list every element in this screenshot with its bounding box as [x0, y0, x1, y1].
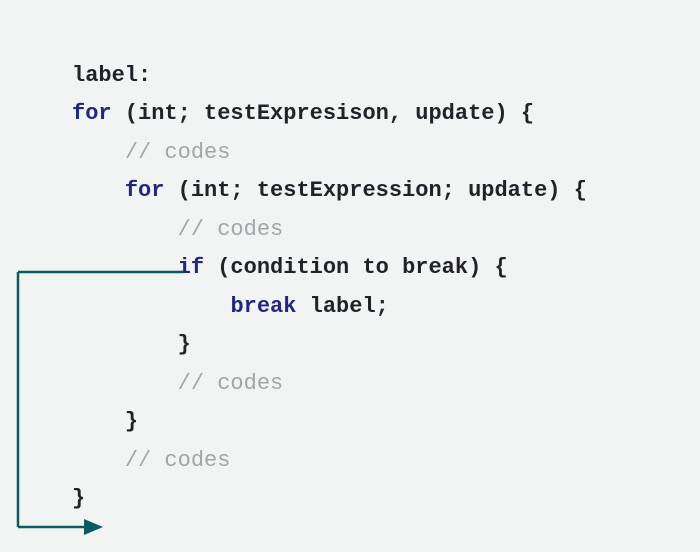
keyword-if: if — [178, 255, 204, 280]
keyword-for-outer: for — [72, 101, 112, 126]
for-outer-header: (int; testExpresison, update) { — [112, 101, 534, 126]
keyword-break: break — [230, 294, 296, 319]
label-statement: label: — [72, 63, 151, 88]
for-inner-header: (int; testExpression; update) { — [164, 178, 586, 203]
close-brace-inner-for: } — [125, 409, 138, 434]
close-brace-outer-for: } — [72, 486, 85, 511]
comment-codes-4: // codes — [125, 448, 231, 473]
close-brace-if: } — [178, 332, 191, 357]
code-block: label: for (int; testExpresison, update)… — [0, 0, 700, 519]
comment-codes-1: // codes — [125, 140, 231, 165]
comment-codes-2: // codes — [178, 217, 284, 242]
keyword-for-inner: for — [125, 178, 165, 203]
if-header: (condition to break) { — [204, 255, 508, 280]
break-target: label; — [296, 294, 388, 319]
comment-codes-3: // codes — [178, 371, 284, 396]
